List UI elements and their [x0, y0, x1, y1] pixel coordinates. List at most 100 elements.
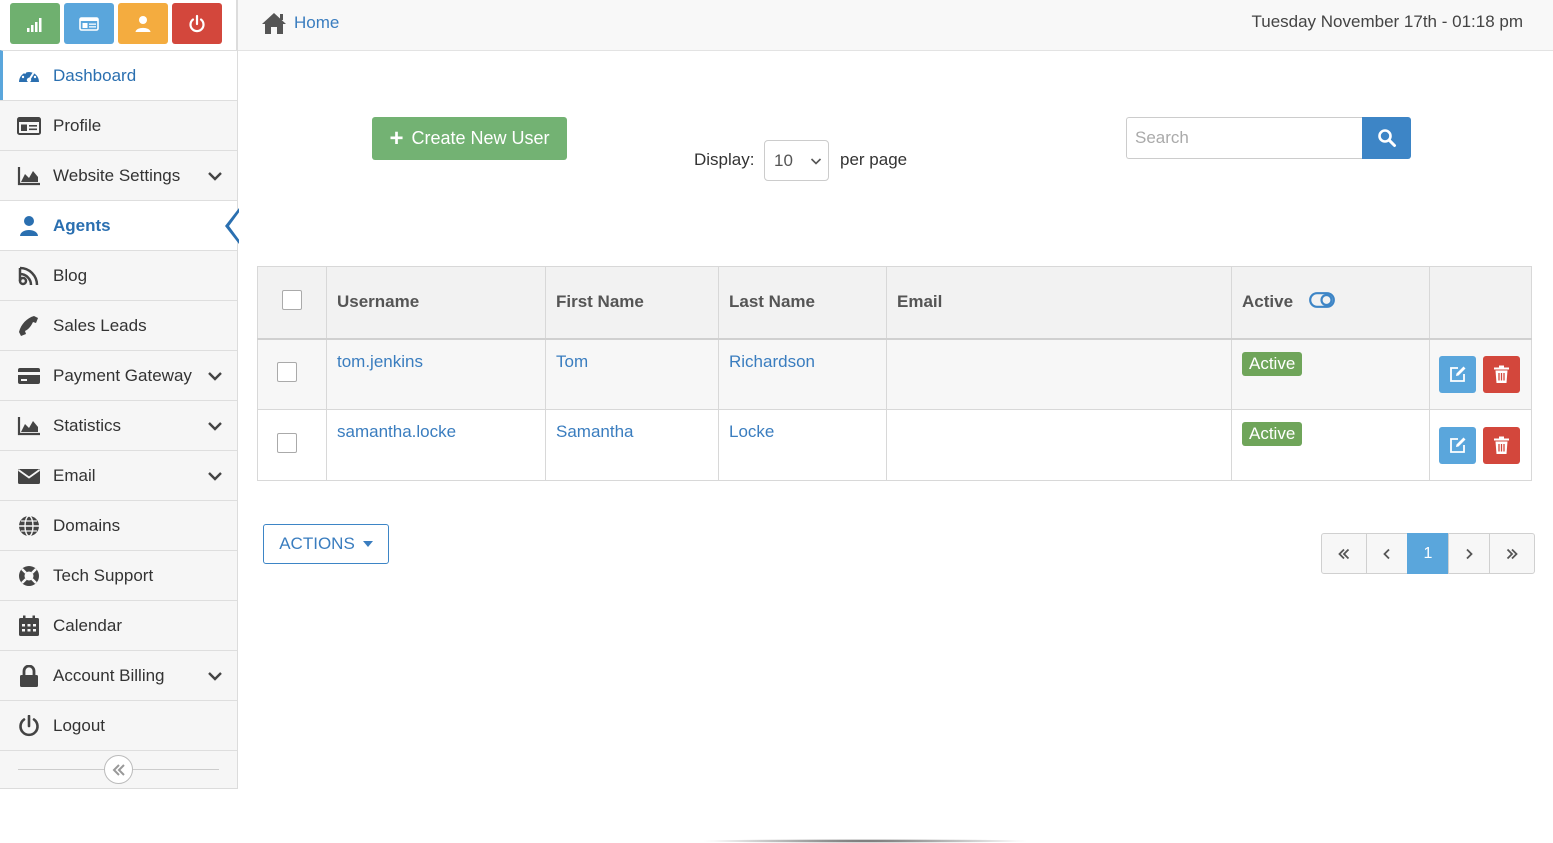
lock-icon [16, 664, 42, 687]
globe-icon [16, 514, 42, 537]
row-checkbox[interactable] [277, 432, 297, 453]
select-all-checkbox[interactable] [282, 289, 302, 310]
bulk-actions-label: ACTIONS [279, 534, 355, 553]
sidebar-item-label: Payment Gateway [53, 365, 192, 385]
chevron-left-icon [1383, 548, 1390, 559]
sidebar-item-dashboard[interactable]: Dashboard [0, 50, 237, 100]
sidebar-item-account-billing[interactable]: Account Billing [0, 650, 237, 700]
username-cell[interactable]: samantha.locke [326, 409, 546, 481]
envelope-icon [16, 465, 42, 487]
prev-page-button[interactable] [1366, 533, 1408, 574]
edit-button[interactable] [1439, 355, 1477, 393]
user-icon [135, 15, 151, 32]
credit-card-icon [16, 365, 42, 387]
power-shortcut-button[interactable] [172, 3, 222, 44]
collapse-sidebar-button[interactable] [104, 755, 133, 784]
sidebar-item-statistics[interactable]: Statistics [0, 400, 237, 450]
sidebar-item-website-settings[interactable]: Website Settings [0, 150, 237, 200]
power-icon [189, 14, 205, 32]
row-actions-cell [1429, 338, 1532, 410]
create-new-user-button[interactable]: + Create New User [372, 117, 567, 160]
table-row: tom.jenkins Tom Richardson Active [257, 338, 1532, 410]
breadcrumb-home[interactable]: Home [294, 13, 339, 33]
row-select-cell [257, 338, 327, 410]
user-icon [16, 215, 42, 237]
edit-button[interactable] [1439, 426, 1477, 464]
plus-icon: + [389, 124, 404, 152]
first-name-cell[interactable]: Samantha [545, 409, 719, 481]
delete-button[interactable] [1483, 426, 1520, 464]
pagination: 1 [1321, 533, 1535, 574]
last-name-cell[interactable]: Locke [718, 409, 887, 481]
profile-shortcut-button[interactable] [64, 3, 114, 44]
username-cell[interactable]: tom.jenkins [326, 338, 546, 410]
phone-icon [16, 315, 42, 337]
toggle-icon[interactable] [1309, 292, 1335, 309]
delete-button[interactable] [1483, 355, 1520, 393]
username-header[interactable]: Username [326, 266, 546, 340]
trash-icon [1494, 436, 1509, 454]
search-button[interactable] [1362, 117, 1411, 159]
last-name-header[interactable]: Last Name [718, 266, 887, 340]
edit-icon [1450, 366, 1466, 382]
sidebar-item-payment-gateway[interactable]: Payment Gateway [0, 350, 237, 400]
sidebar-item-label: Tech Support [53, 565, 154, 585]
sidebar-item-blog[interactable]: Blog [0, 250, 237, 300]
active-header-label: Active [1242, 292, 1294, 312]
sidebar-item-tech-support[interactable]: Tech Support [0, 550, 237, 600]
display-label: Display: [694, 150, 755, 169]
sidebar-item-sales-leads[interactable]: Sales Leads [0, 300, 237, 350]
dashboard-gauge-icon [16, 65, 42, 87]
per-page-select[interactable]: 10 [764, 140, 829, 181]
search-input[interactable] [1126, 117, 1363, 159]
email-cell [886, 409, 1232, 481]
bulk-actions-dropdown[interactable]: ACTIONS [263, 524, 389, 564]
sidebar-item-label: Dashboard [53, 65, 137, 85]
decorative-shadow [700, 839, 1030, 843]
sidebar-item-email[interactable]: Email [0, 450, 237, 500]
breadcrumb[interactable]: Home [260, 10, 339, 36]
first-name-cell[interactable]: Tom [545, 338, 719, 410]
chevron-down-icon [208, 672, 222, 681]
current-datetime: Tuesday November 17th - 01:18 pm [1251, 12, 1523, 31]
user-shortcut-button[interactable] [118, 3, 168, 44]
top-bar: Home Tuesday November 17th - 01:18 pm [238, 0, 1553, 51]
caret-down-icon [362, 541, 373, 547]
sidebar-item-label: Logout [53, 715, 105, 735]
page-button-current[interactable]: 1 [1407, 533, 1449, 574]
home-icon [262, 13, 286, 34]
first-name-header[interactable]: First Name [545, 266, 719, 340]
last-page-button[interactable] [1489, 533, 1535, 574]
sidebar-item-profile[interactable]: Profile [0, 100, 237, 150]
email-header[interactable]: Email [886, 266, 1232, 340]
row-select-cell [257, 409, 327, 481]
stats-shortcut-button[interactable] [10, 3, 60, 44]
row-checkbox[interactable] [277, 361, 297, 382]
sidebar-item-domains[interactable]: Domains [0, 500, 237, 550]
active-header[interactable]: Active [1231, 266, 1430, 340]
chevron-down-icon [208, 472, 222, 481]
chevron-down-icon [208, 372, 222, 381]
select-all-cell [257, 266, 327, 340]
next-page-button[interactable] [1448, 533, 1490, 574]
sidebar-item-logout[interactable]: Logout [0, 700, 237, 750]
sidebar-item-label: Profile [53, 115, 102, 135]
per-page-label: per page [840, 150, 908, 169]
power-icon [16, 714, 42, 737]
chevron-down-icon [810, 158, 822, 165]
first-page-button[interactable] [1321, 533, 1367, 574]
chevron-down-icon [208, 172, 222, 181]
chevron-right-icon [1466, 548, 1473, 559]
sidebar-item-calendar[interactable]: Calendar [0, 600, 237, 650]
sidebar-item-label: Email [53, 465, 96, 485]
table-row: samantha.locke Samantha Locke Active [257, 409, 1532, 481]
sidebar-item-agents[interactable]: Agents [0, 200, 240, 250]
status-cell: Active [1231, 338, 1430, 410]
last-name-cell[interactable]: Richardson [718, 338, 887, 410]
calendar-icon [16, 615, 42, 637]
chevron-down-icon [208, 422, 222, 431]
life-ring-icon [16, 565, 42, 587]
area-chart-icon [16, 415, 42, 437]
row-actions-cell [1429, 409, 1532, 481]
sidebar-item-label: Domains [53, 515, 121, 535]
